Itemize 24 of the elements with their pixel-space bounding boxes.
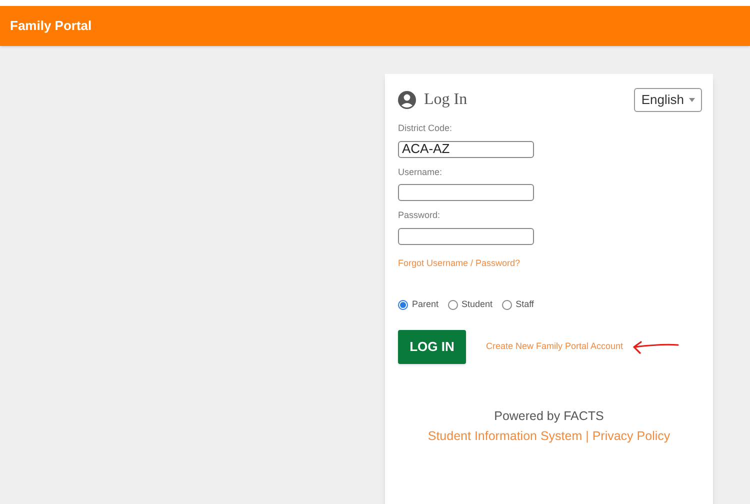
input-field[interactable]: ACA-AZ <box>398 140 534 158</box>
field-label: Username: <box>398 166 444 178</box>
create-account-link[interactable]: Create New Family Portal Account <box>486 340 624 354</box>
radio-label: Student <box>462 298 493 311</box>
input-field[interactable] <box>398 184 534 201</box>
radio-button[interactable] <box>448 300 458 310</box>
app-title: Family Portal <box>10 17 92 36</box>
footer-text: Powered by FACTS Student Information System | Privacy Policy <box>426 408 672 445</box>
radio-label: Parent <box>412 298 439 311</box>
arrow-annotation <box>631 340 680 354</box>
field-label: Password: <box>398 209 442 222</box>
privacy-link[interactable]: Privacy Policy <box>592 428 670 442</box>
field-label: District Code: <box>398 122 454 135</box>
login-button[interactable]: LOG IN <box>398 330 466 364</box>
login-title: Log In <box>424 90 468 110</box>
radio-button[interactable] <box>502 300 512 310</box>
input-field[interactable] <box>398 228 534 244</box>
radio-label: Staff <box>516 298 534 311</box>
forgot-password-link[interactable]: Forgot Username / Password? <box>398 256 520 270</box>
language-dropdown[interactable]: English <box>634 88 702 112</box>
caret-icon <box>689 98 695 102</box>
user-icon <box>398 91 416 109</box>
footer-link[interactable]: Student Information System <box>428 428 582 442</box>
radio-button[interactable] <box>398 300 408 310</box>
